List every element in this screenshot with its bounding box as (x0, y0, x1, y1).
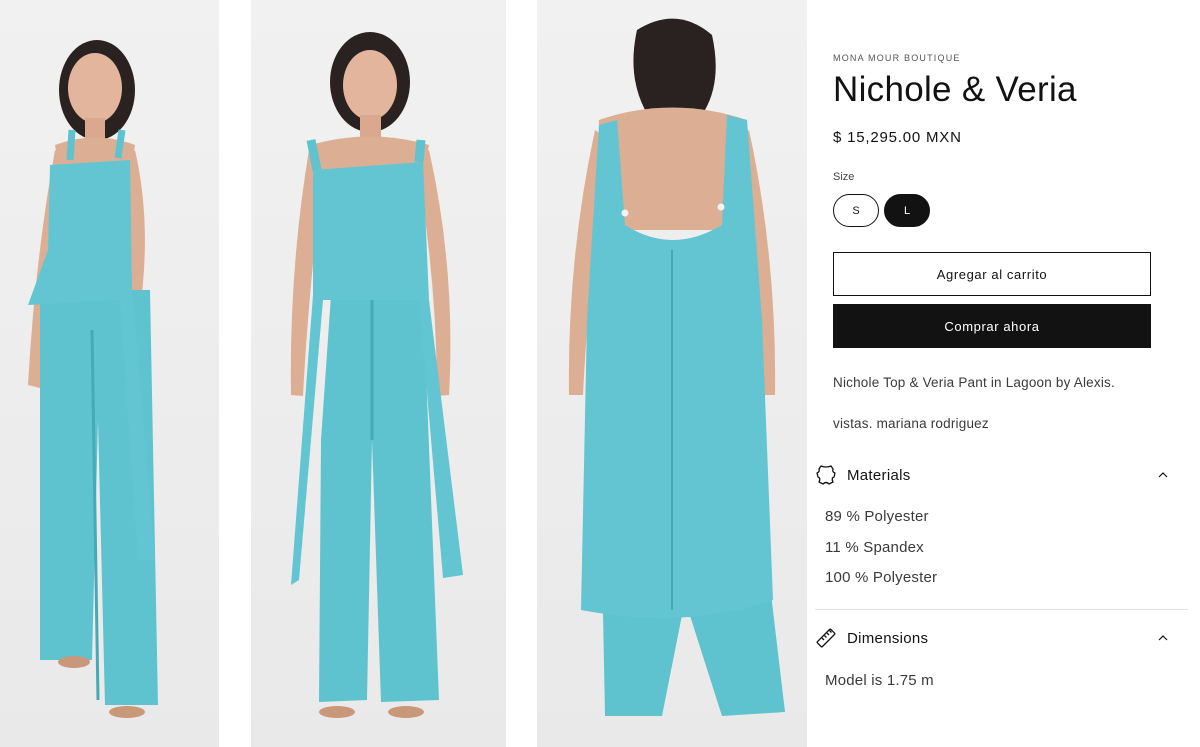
material-line: 100 % Polyester (825, 569, 938, 586)
dimension-line: Model is 1.75 m (825, 672, 934, 689)
product-image-front-three-quarter[interactable] (0, 0, 219, 747)
accordion-divider (815, 609, 1188, 610)
vendor-name: MONA MOUR BOUTIQUE (833, 53, 961, 63)
dimensions-accordion-toggle[interactable]: Dimensions (815, 623, 1177, 653)
product-image-front[interactable] (251, 0, 506, 747)
dimensions-title: Dimensions (847, 629, 929, 647)
size-label: Size (833, 171, 855, 183)
product-image-back[interactable] (537, 0, 807, 747)
product-credit: vistas. mariana rodriguez (833, 416, 989, 431)
add-to-cart-button[interactable]: Agregar al carrito (833, 252, 1151, 296)
material-line: 11 % Spandex (825, 539, 924, 556)
product-title: Nichole & Veria (833, 70, 1077, 109)
materials-accordion-toggle[interactable]: Materials (815, 460, 1177, 490)
model-figure-2 (290, 32, 463, 718)
leather-hide-icon (815, 464, 837, 486)
buy-now-button[interactable]: Comprar ahora (833, 304, 1151, 348)
chevron-up-icon (1158, 472, 1168, 478)
model-figure-1 (28, 40, 158, 718)
product-description: Nichole Top & Veria Pant in Lagoon by Al… (833, 375, 1115, 390)
size-options: S L (833, 194, 930, 227)
material-line: 89 % Polyester (825, 508, 929, 525)
chevron-up-icon (1158, 635, 1168, 641)
size-option-l[interactable]: L (884, 194, 930, 227)
materials-title: Materials (847, 466, 911, 484)
ruler-icon (815, 627, 837, 649)
product-price: $ 15,295.00 MXN (833, 129, 962, 146)
size-option-s[interactable]: S (833, 194, 879, 227)
model-figure-3 (568, 18, 785, 716)
